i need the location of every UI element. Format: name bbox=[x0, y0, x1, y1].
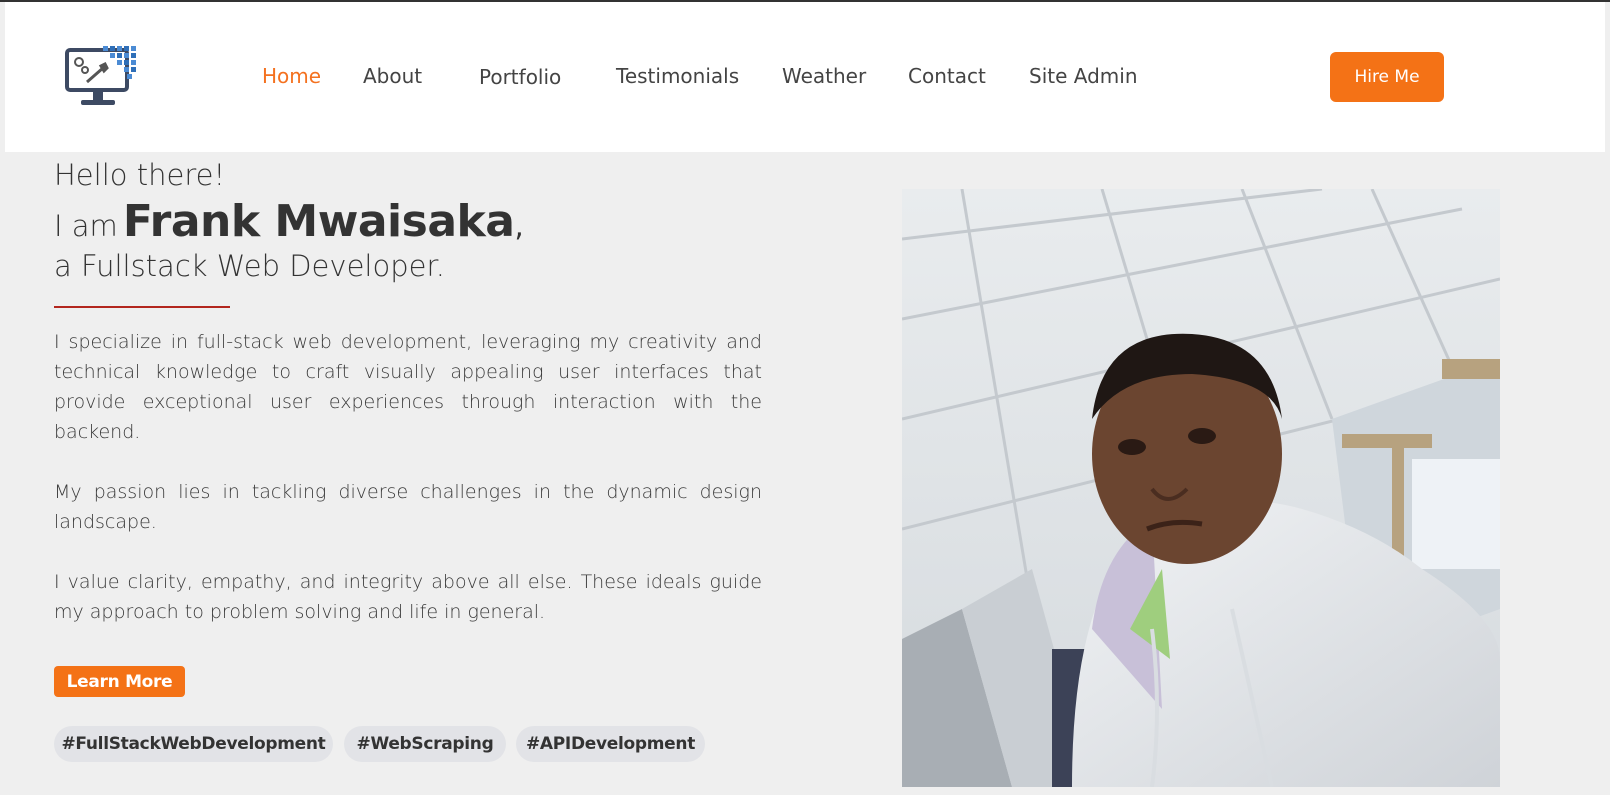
nav-site-admin[interactable]: Site Admin bbox=[1029, 64, 1138, 88]
tag-apidevelopment[interactable]: #APIDevelopment bbox=[516, 726, 705, 762]
title-divider bbox=[54, 306, 230, 308]
tag-webscraping[interactable]: #WebScraping bbox=[344, 726, 506, 762]
tag-fullstack[interactable]: #FullStackWebDevelopment bbox=[54, 726, 333, 762]
greeting-text: Hello there! bbox=[54, 158, 226, 192]
site-header: Home About Portfolio Testimonials Weathe… bbox=[5, 2, 1605, 152]
hire-me-button[interactable]: Hire Me bbox=[1330, 52, 1444, 102]
profile-photo-illustration bbox=[902, 189, 1500, 787]
nav-home[interactable]: Home bbox=[262, 64, 321, 88]
intro-paragraph-1: I specialize in full-stack web developme… bbox=[54, 331, 762, 443]
role-text: a Fullstack Web Developer. bbox=[54, 249, 445, 283]
intro-paragraph-3: I value clarity, empathy, and integrity … bbox=[54, 571, 762, 623]
developer-name: Frank Mwaisaka bbox=[122, 196, 515, 247]
intro-prefix: I am bbox=[54, 209, 118, 243]
nav-contact[interactable]: Contact bbox=[908, 64, 986, 88]
computer-repair-icon[interactable] bbox=[63, 44, 137, 112]
intro-comma: , bbox=[514, 209, 524, 243]
nav-testimonials[interactable]: Testimonials bbox=[616, 64, 739, 88]
intro-line: I am Frank Mwaisaka, bbox=[54, 196, 524, 247]
nav-weather[interactable]: Weather bbox=[782, 64, 866, 88]
nav-portfolio[interactable]: Portfolio bbox=[479, 65, 561, 89]
intro-paragraph-2: My passion lies in tackling diverse chal… bbox=[54, 481, 762, 533]
nav-about[interactable]: About bbox=[363, 64, 422, 88]
profile-photo bbox=[902, 189, 1500, 787]
learn-more-button[interactable]: Learn More bbox=[54, 666, 185, 697]
